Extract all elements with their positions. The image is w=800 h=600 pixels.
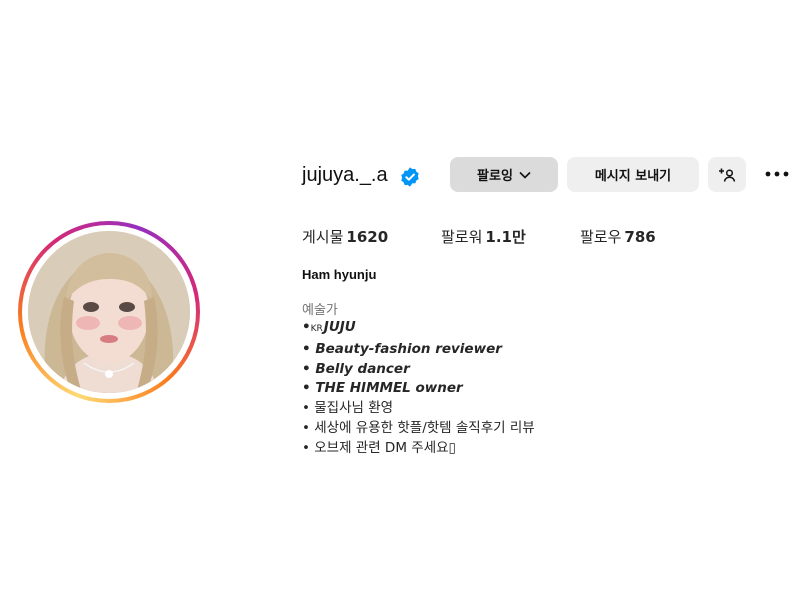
avatar[interactable] xyxy=(28,231,190,393)
bio-text: JUJU xyxy=(323,319,356,335)
bio-line: • 오브제 관련 DM 주세요▯ xyxy=(302,439,456,456)
person-add-icon xyxy=(719,168,736,182)
bio-line: • 세상에 유용한 핫플/핫템 솔직후기 리뷰 xyxy=(302,419,535,436)
bio-line: •KRJUJU xyxy=(302,318,772,340)
posts-number: 1620 xyxy=(346,228,389,246)
posts-count: 게시물 1620 xyxy=(302,226,388,247)
posts-label: 게시물 xyxy=(302,228,344,246)
following-number: 786 xyxy=(624,228,656,246)
followers-number: 1.1만 xyxy=(485,228,526,246)
bio-bullet: • xyxy=(302,319,311,335)
bio-line: • THE HIMMEL owner xyxy=(302,380,463,397)
display-name: Ham hyunju xyxy=(302,267,377,282)
avatar-image xyxy=(28,231,190,393)
story-ring-gap xyxy=(22,225,196,399)
send-message-label: 메시지 보내기 xyxy=(594,169,672,184)
bio: •KRJUJU • Beauty-fashion reviewer • Bell… xyxy=(302,318,772,459)
more-options-icon[interactable] xyxy=(765,168,789,180)
following-button[interactable]: 팔로잉 xyxy=(450,157,558,192)
chevron-down-icon xyxy=(519,168,531,182)
profile-category: 예술가 xyxy=(302,303,338,318)
verified-badge-icon xyxy=(401,167,419,187)
following-link[interactable]: 팔로우 786 xyxy=(580,226,656,247)
following-button-label: 팔로잉 xyxy=(477,169,513,184)
following-label: 팔로우 xyxy=(580,228,622,246)
bio-line: • 물집사님 환영 xyxy=(302,400,394,417)
story-ring[interactable] xyxy=(18,221,200,403)
kr-flag-text: KR xyxy=(310,324,323,334)
bio-line: • Beauty-fashion reviewer xyxy=(302,340,502,357)
followers-link[interactable]: 팔로워 1.1만 xyxy=(441,226,526,247)
username[interactable]: jujuya._.a xyxy=(302,164,388,187)
suggested-users-button[interactable] xyxy=(708,157,746,192)
followers-label: 팔로워 xyxy=(441,228,483,246)
send-message-button[interactable]: 메시지 보내기 xyxy=(567,157,699,192)
bio-line: • Belly dancer xyxy=(302,360,410,377)
